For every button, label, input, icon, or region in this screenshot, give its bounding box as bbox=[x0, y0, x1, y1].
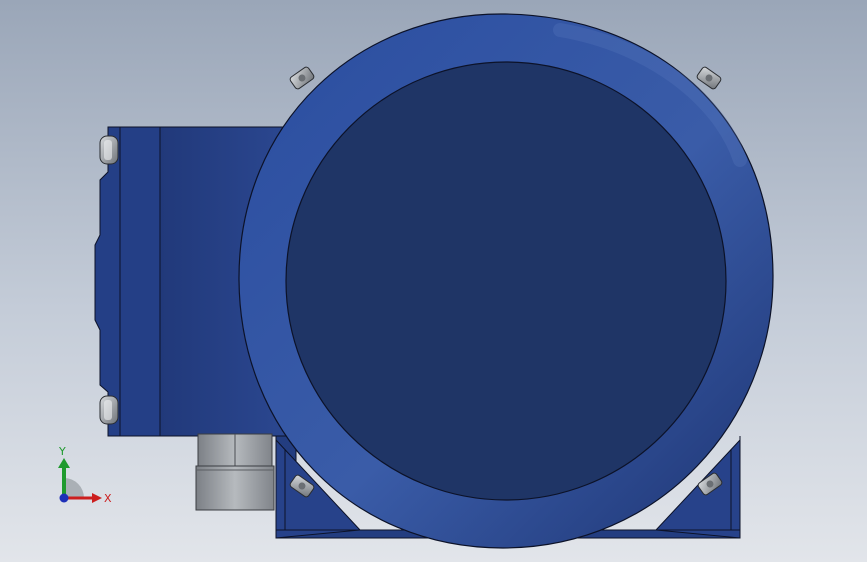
coordinate-triad: Y X bbox=[58, 445, 112, 505]
end-cover bbox=[285, 61, 727, 501]
y-axis-arrow-icon bbox=[58, 458, 70, 468]
model-view[interactable] bbox=[0, 0, 867, 562]
housing-bolt-top-right bbox=[696, 66, 722, 90]
graphics-viewport[interactable]: Y X bbox=[0, 0, 867, 562]
y-axis-label: Y bbox=[58, 445, 66, 458]
x-axis-label: X bbox=[104, 492, 112, 505]
housing-bolt-top-left bbox=[289, 66, 315, 90]
cable-gland bbox=[195, 433, 275, 511]
x-axis-arrow-icon bbox=[92, 493, 102, 503]
junction-bolt-bottom bbox=[99, 395, 119, 425]
z-axis-point bbox=[59, 493, 69, 503]
junction-bolt-top bbox=[99, 135, 119, 165]
